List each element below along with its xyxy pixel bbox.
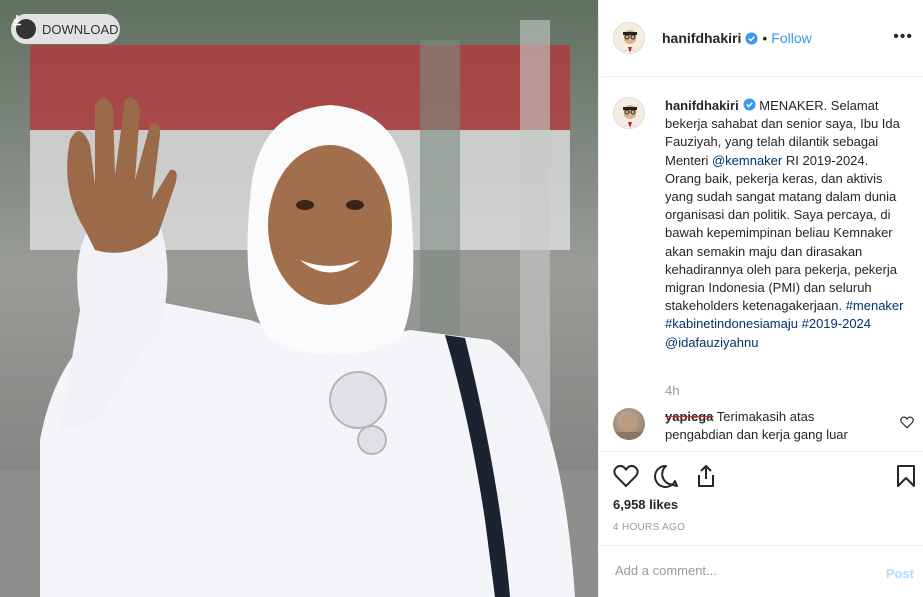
bookmark-icon[interactable] [896, 464, 916, 488]
actions-bar [599, 451, 923, 501]
hashtag-link[interactable]: #menaker [846, 298, 904, 313]
share-icon[interactable] [694, 464, 718, 488]
caption-timestamp[interactable]: 4h [665, 383, 679, 398]
hashtag-link[interactable]: #2019-2024 [802, 316, 871, 331]
post-timestamp[interactable]: 4 HOURS AGO [613, 522, 685, 533]
verified-badge-icon [745, 31, 758, 45]
comment-text: yapiega Terimakasih atas pengabdian dan … [665, 408, 875, 444]
mention-link[interactable]: @idafauziyahnu [665, 335, 758, 350]
post-header: hanifdhakiri • Follow ••• [599, 0, 923, 77]
comment-input[interactable] [613, 562, 857, 579]
verified-badge-icon [743, 98, 756, 111]
likes-count[interactable]: 6,958 likes [613, 497, 678, 512]
add-comment-bar: Post [599, 545, 923, 597]
download-button[interactable]: DOWNLOAD [11, 14, 120, 44]
post-side-panel: hanifdhakiri • Follow ••• hanifdhakiri M… [598, 0, 923, 597]
photo-illustration [0, 0, 598, 597]
download-icon [13, 15, 36, 39]
avatar[interactable] [613, 22, 645, 54]
more-options-button[interactable]: ••• [893, 28, 913, 46]
hashtag-link[interactable]: #kabinetindonesiamaju [665, 316, 798, 331]
commenter-avatar[interactable] [613, 408, 645, 440]
post-photo[interactable]: DOWNLOAD [0, 0, 598, 597]
heart-icon[interactable] [613, 464, 639, 488]
comment-like-icon[interactable] [900, 416, 914, 429]
post-comment-button[interactable]: Post [886, 566, 914, 581]
follow-button[interactable]: Follow [771, 30, 811, 46]
comment-icon[interactable] [653, 464, 679, 488]
commenter-username[interactable]: yapiega [665, 409, 713, 424]
header-username[interactable]: hanifdhakiri [662, 30, 741, 46]
caption-text: hanifdhakiri MENAKER. Selamat bekerja sa… [665, 97, 905, 352]
header-separator: • [762, 30, 768, 46]
caption-avatar[interactable] [613, 97, 645, 129]
caption-body-2: RI 2019-2024. Orang baik, pekerja keras,… [665, 152, 897, 314]
mention-link[interactable]: @kemnaker [712, 153, 782, 168]
download-label: DOWNLOAD [42, 21, 119, 37]
caption-username[interactable]: hanifdhakiri [665, 98, 739, 113]
